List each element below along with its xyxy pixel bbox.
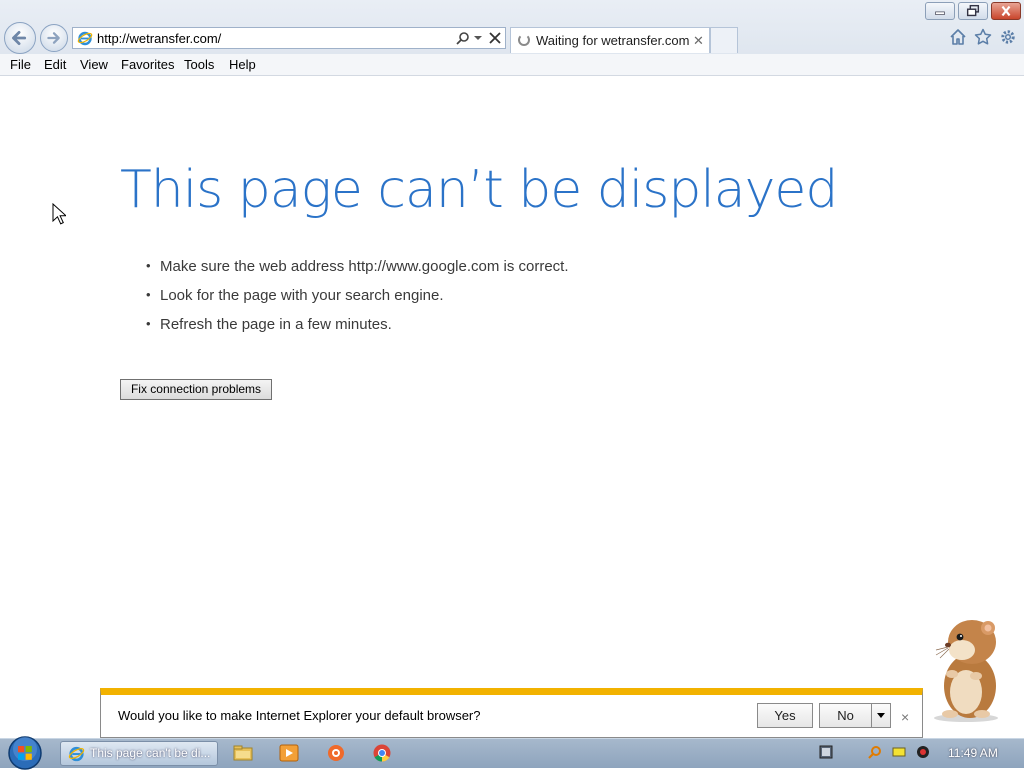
tab-close-icon[interactable]: ✕ xyxy=(693,33,704,49)
stop-icon[interactable] xyxy=(487,30,503,46)
mouse-cursor-icon xyxy=(52,203,66,225)
search-icon[interactable] xyxy=(455,31,471,47)
minimize-icon xyxy=(935,11,945,15)
menu-edit[interactable]: Edit xyxy=(44,57,66,72)
no-button[interactable]: No xyxy=(819,703,872,728)
menu-favorites[interactable]: Favorites xyxy=(121,57,174,72)
start-button[interactable] xyxy=(7,735,43,771)
tab-wetransfer[interactable]: Waiting for wetransfer.com ✕ xyxy=(510,27,710,53)
yes-button[interactable]: Yes xyxy=(757,703,813,728)
menu-tools[interactable]: Tools xyxy=(184,57,214,72)
menu-bar: File Edit View Favorites Tools Help xyxy=(0,54,1024,76)
address-dropdown-icon[interactable] xyxy=(474,36,482,40)
network-icon[interactable] xyxy=(819,745,833,759)
volume-icon[interactable] xyxy=(916,745,930,759)
chevron-down-icon xyxy=(877,713,885,718)
tab-title: Waiting for wetransfer.com xyxy=(536,33,690,48)
address-url[interactable]: http://wetransfer.com/ xyxy=(97,31,221,46)
forward-button[interactable] xyxy=(40,24,68,52)
back-arrow-icon xyxy=(12,30,27,46)
media-player-icon[interactable] xyxy=(279,743,299,763)
loading-spinner-icon xyxy=(518,34,530,46)
close-notification-icon[interactable]: × xyxy=(901,709,909,725)
default-browser-notification: Would you like to make Internet Explorer… xyxy=(100,688,923,738)
close-window-button[interactable] xyxy=(991,2,1021,20)
browser-titlebar: http://wetransfer.com/ Waiting for wetra… xyxy=(0,0,1024,54)
file-explorer-icon[interactable] xyxy=(233,743,253,763)
no-options-dropdown[interactable] xyxy=(871,703,891,728)
suggestion-list: Make sure the web address http://www.goo… xyxy=(146,258,569,345)
taskbar-ie-window[interactable]: This page can't be di... xyxy=(60,741,218,766)
restore-icon xyxy=(966,4,980,17)
hamster-mascot-icon xyxy=(934,620,998,722)
fix-connection-button[interactable]: Fix connection problems xyxy=(120,379,272,400)
taskbar-window-label: This page can't be di... xyxy=(90,746,211,760)
new-tab-button[interactable] xyxy=(710,27,738,53)
security-app-icon[interactable] xyxy=(326,743,346,763)
favorites-star-icon[interactable] xyxy=(974,28,992,46)
notification-message: Would you like to make Internet Explorer… xyxy=(118,708,481,723)
list-item: Look for the page with your search engin… xyxy=(146,287,569,316)
restore-button[interactable] xyxy=(958,2,988,20)
list-item: Refresh the page in a few minutes. xyxy=(146,316,569,345)
menu-view[interactable]: View xyxy=(80,57,108,72)
close-icon xyxy=(1001,5,1011,17)
list-item: Make sure the web address http://www.goo… xyxy=(146,258,569,287)
forward-arrow-icon xyxy=(47,32,60,44)
address-bar[interactable]: http://wetransfer.com/ xyxy=(72,27,506,49)
chrome-icon[interactable] xyxy=(372,743,392,763)
taskbar: This page can't be di... 11:49 AM xyxy=(0,735,1024,771)
notification-flag-icon[interactable] xyxy=(892,745,906,759)
back-button[interactable] xyxy=(4,22,36,54)
menu-file[interactable]: File xyxy=(10,57,31,72)
home-icon[interactable] xyxy=(949,28,967,46)
internet-explorer-icon xyxy=(68,746,85,762)
search-tray-icon[interactable] xyxy=(868,745,882,759)
taskbar-clock[interactable]: 11:49 AM xyxy=(948,746,998,760)
internet-explorer-icon xyxy=(77,31,93,46)
page-title: This page can’t be displayed xyxy=(120,160,838,220)
tools-gear-icon[interactable] xyxy=(999,28,1017,46)
menu-help[interactable]: Help xyxy=(229,57,256,72)
minimize-button[interactable] xyxy=(925,2,955,20)
